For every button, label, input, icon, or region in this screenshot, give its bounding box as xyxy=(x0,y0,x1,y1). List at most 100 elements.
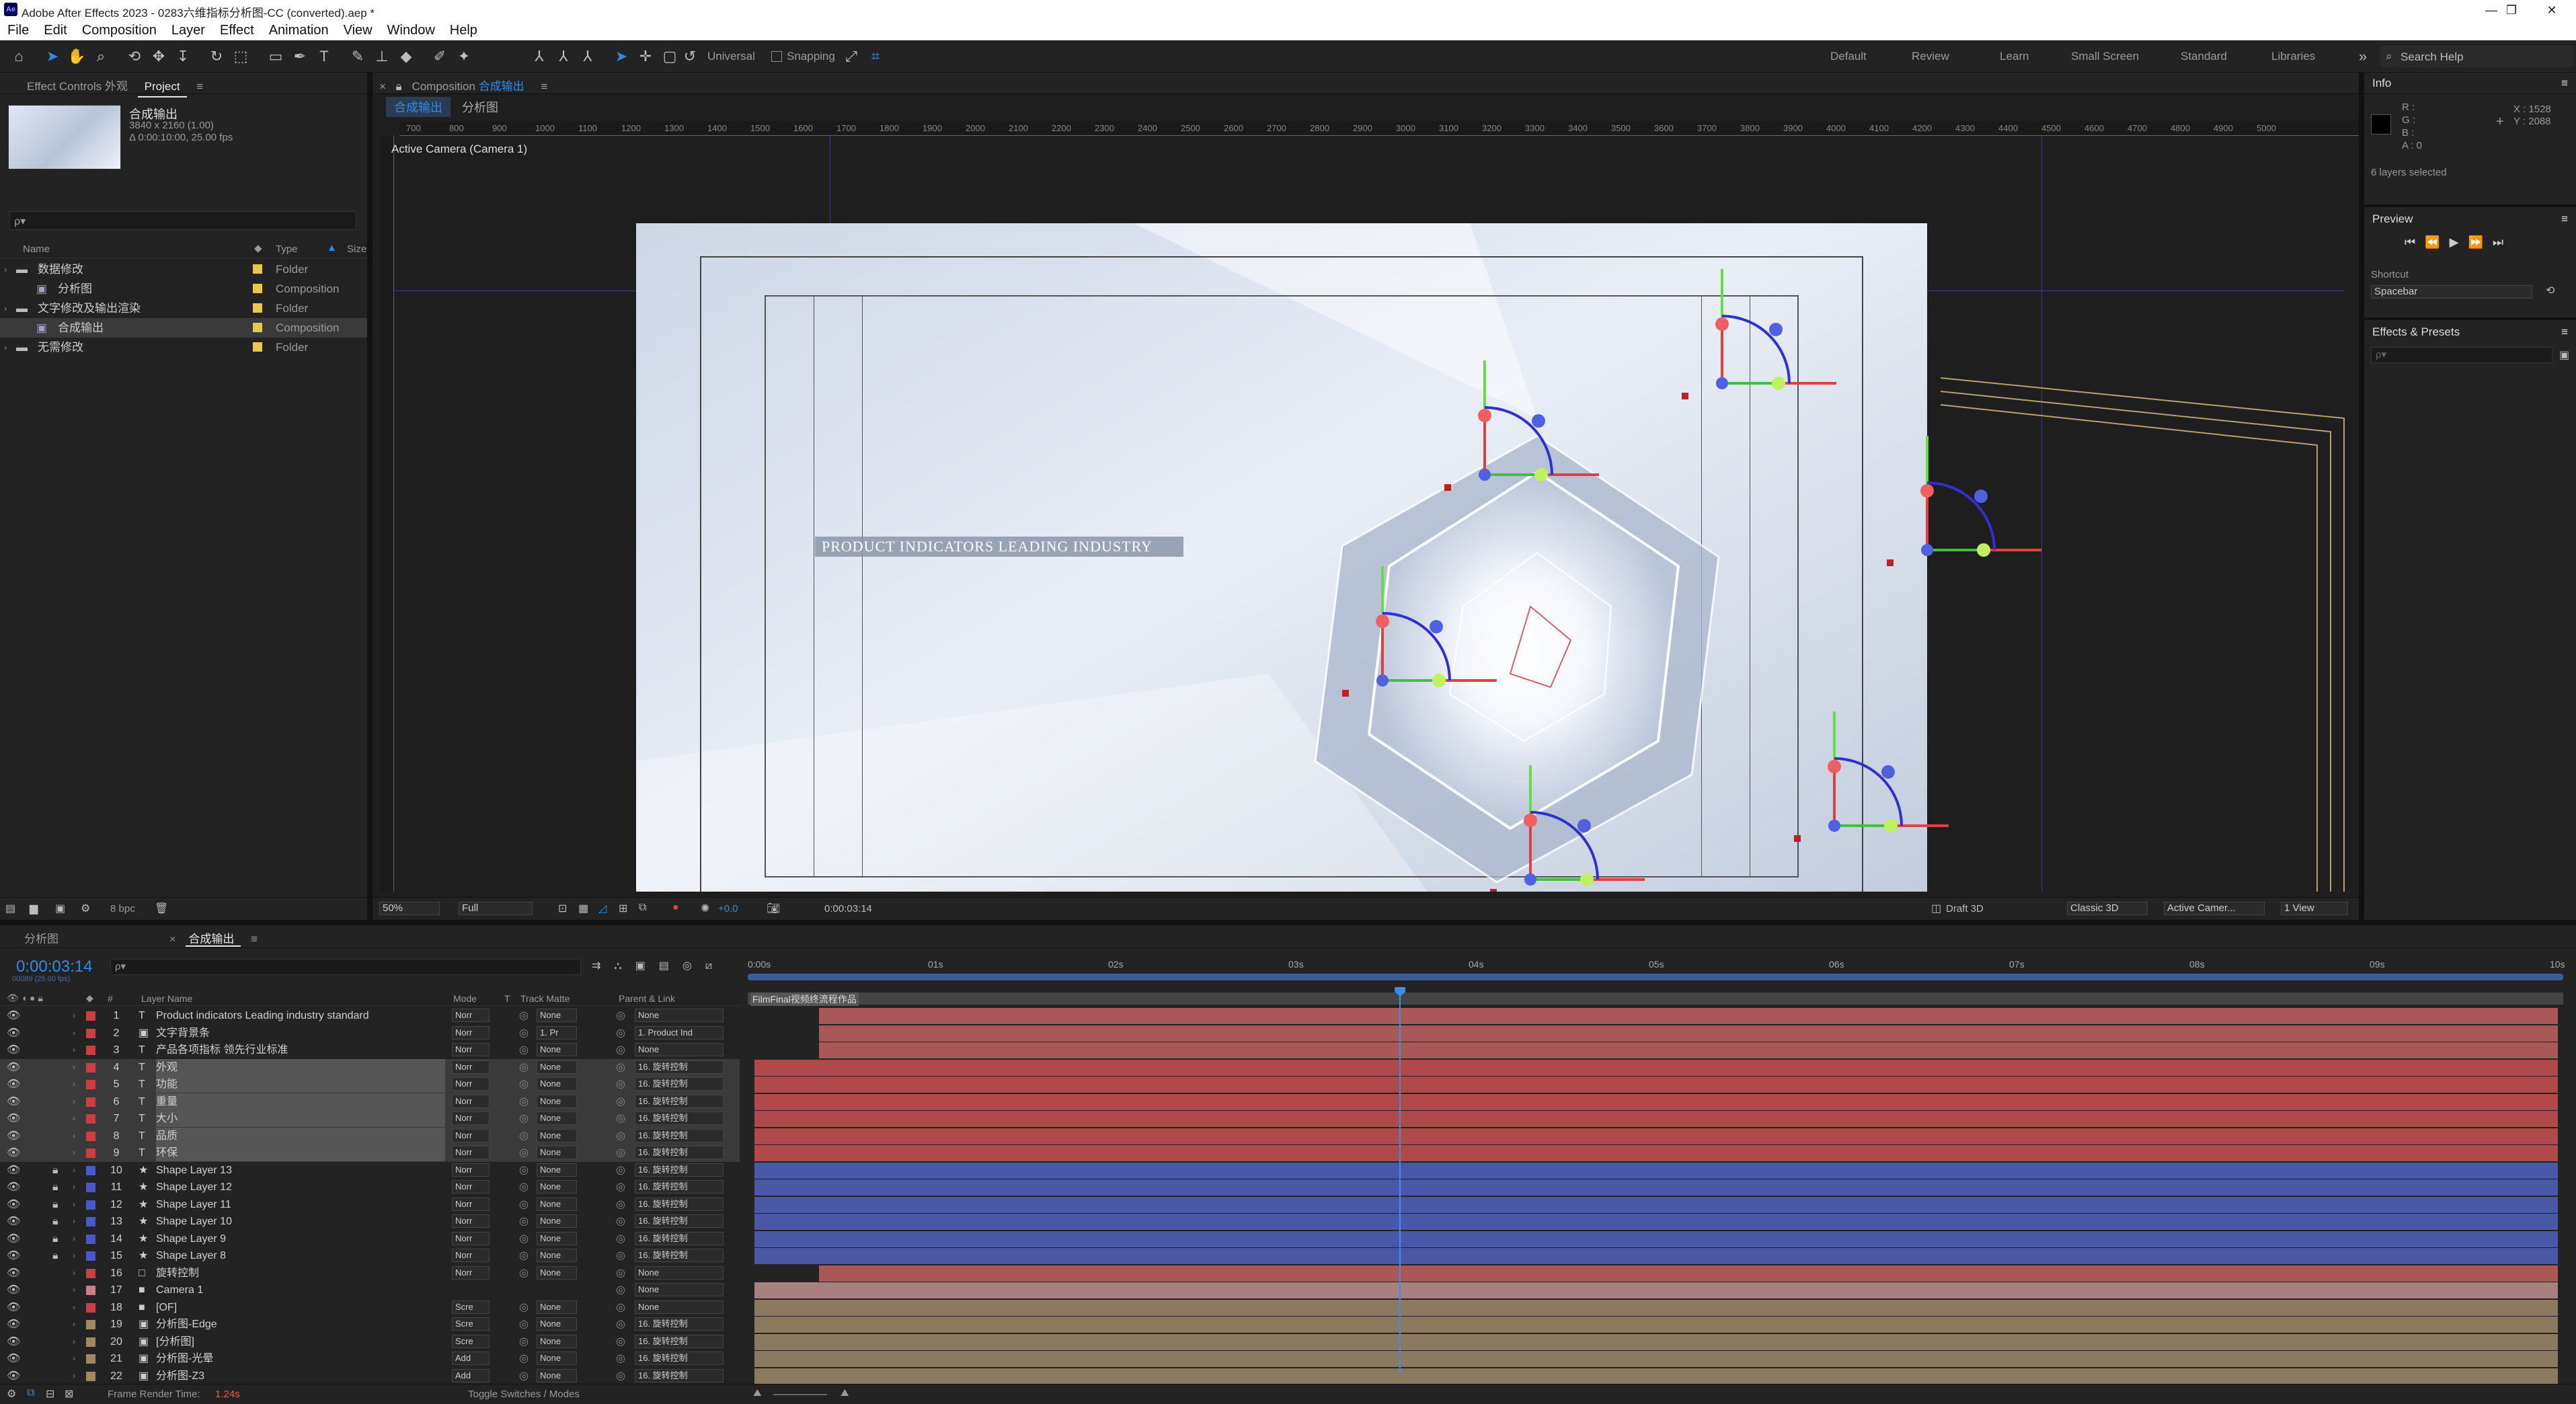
label-swatch[interactable] xyxy=(253,284,262,293)
matte-pickwhip-icon[interactable]: ◎ xyxy=(519,1350,529,1367)
views-dropdown[interactable]: 1 View xyxy=(2281,902,2348,915)
parent-pickwhip-icon[interactable]: ◎ xyxy=(616,1179,625,1196)
matte-pickwhip-icon[interactable]: ◎ xyxy=(519,1368,529,1384)
timeline-layer-row[interactable]: 👁︎ › 8 T 品质 Norr ◎ None ◎ 16. 旋转控制 xyxy=(0,1127,740,1144)
exposure-value[interactable]: +0.0 xyxy=(718,903,738,914)
parent-pickwhip-icon[interactable]: ◎ xyxy=(616,1144,625,1161)
matte-pickwhip-icon[interactable]: ◎ xyxy=(519,1213,529,1230)
parent-dropdown[interactable]: 16. 旋转控制 xyxy=(635,1060,724,1074)
info-menu-icon[interactable]: ≡ xyxy=(2561,77,2568,90)
region-of-interest-icon[interactable]: ⊡ xyxy=(558,902,567,915)
layer-name[interactable]: 环保 xyxy=(156,1144,445,1161)
menu-effect[interactable]: Effect xyxy=(212,20,262,38)
camera-dropdown[interactable]: Active Camer... xyxy=(2164,902,2265,915)
layer-name[interactable]: 文字背景条 xyxy=(156,1025,445,1042)
expand-triangle-icon[interactable]: › xyxy=(73,1350,75,1367)
snap-options-icon[interactable]: ⤢ xyxy=(842,47,861,66)
eye-icon[interactable]: 👁︎ xyxy=(7,1196,20,1213)
menu-layer[interactable]: Layer xyxy=(164,20,212,38)
expand-triangle-icon[interactable]: › xyxy=(73,1144,75,1161)
matte-pickwhip-icon[interactable]: ◎ xyxy=(519,1162,529,1179)
tab-timeline-output[interactable]: 合成输出 xyxy=(186,925,241,947)
eye-icon[interactable]: 👁︎ xyxy=(7,1247,20,1264)
eye-icon[interactable]: 👁︎ xyxy=(7,1144,20,1161)
zoom-in-icon[interactable]: ⛰ xyxy=(841,1387,849,1399)
parent-pickwhip-icon[interactable]: ◎ xyxy=(616,1350,625,1367)
shy-icon[interactable]: ▣ xyxy=(635,960,659,972)
search-help-field[interactable]: ⌕ Search Help xyxy=(2380,46,2574,67)
layer-name[interactable]: 分析图-光晕 xyxy=(156,1350,445,1367)
timeline-layer-row[interactable]: 👁︎ › 2 ▣ 文字背景条 Norr ◎ 1. Pr ◎ 1. Product … xyxy=(0,1025,740,1042)
parent-pickwhip-icon[interactable]: ◎ xyxy=(616,1333,625,1350)
column-track-matte[interactable]: Track Matte xyxy=(520,993,570,1004)
tab-comp-output[interactable]: 合成输出 xyxy=(386,97,451,117)
layer-name[interactable]: [分析图] xyxy=(156,1333,445,1350)
eye-icon[interactable]: 👁︎ xyxy=(7,1316,20,1333)
column-mode[interactable]: Mode xyxy=(453,993,477,1004)
close-timeline-icon[interactable]: × xyxy=(69,929,183,950)
expand-triangle-icon[interactable]: › xyxy=(73,1007,75,1024)
parent-pickwhip-icon[interactable]: ◎ xyxy=(616,1196,625,1213)
last-frame-icon[interactable]: ⏭ xyxy=(2493,235,2513,249)
eye-icon[interactable]: 👁︎ xyxy=(7,1231,20,1247)
blend-mode-dropdown[interactable]: Norr xyxy=(452,1112,490,1125)
parent-dropdown[interactable]: 16. 旋转控制 xyxy=(635,1334,724,1348)
project-item[interactable]: › ▬ 文字修改及输出渲染 Folder xyxy=(0,299,367,318)
current-timecode[interactable]: 0:00:03:14 xyxy=(16,958,92,976)
modes-icon[interactable]: ⧉ xyxy=(27,1387,34,1399)
eye-icon[interactable]: 👁︎ xyxy=(7,1110,20,1127)
track-matte-dropdown[interactable]: None xyxy=(537,1317,577,1331)
track-matte-dropdown[interactable]: None xyxy=(537,1180,577,1194)
label-swatch[interactable] xyxy=(253,323,262,332)
layer-label-swatch[interactable] xyxy=(86,1268,95,1278)
timeline-layer-row[interactable]: 👁︎ 🔒︎ › 14 ★ Shape Layer 9 Norr ◎ None ◎ … xyxy=(0,1231,740,1248)
eye-icon[interactable]: 👁︎ xyxy=(7,1042,20,1058)
expand-triangle-icon[interactable]: › xyxy=(73,1042,75,1058)
layer-label-swatch[interactable] xyxy=(86,1131,95,1141)
layer-duration-bar[interactable] xyxy=(754,1179,2558,1196)
matte-pickwhip-icon[interactable]: ◎ xyxy=(519,1316,529,1333)
matte-pickwhip-icon[interactable]: ◎ xyxy=(519,1093,529,1110)
matte-pickwhip-icon[interactable]: ◎ xyxy=(519,1299,529,1316)
track-matte-dropdown[interactable]: None xyxy=(537,1334,577,1348)
layer-duration-bar[interactable] xyxy=(819,1008,2558,1024)
tab-timeline-analysis[interactable]: 分析图 xyxy=(0,925,65,947)
layer-duration-bar[interactable] xyxy=(754,1231,2558,1247)
parent-dropdown[interactable]: None xyxy=(635,1265,724,1280)
blend-mode-dropdown[interactable]: Norr xyxy=(452,1214,490,1228)
matte-pickwhip-icon[interactable]: ◎ xyxy=(519,1196,529,1213)
expand-triangle-icon[interactable]: › xyxy=(73,1179,75,1196)
timeline-layer-row[interactable]: 👁︎ › 16 □ 旋转控制 Norr ◎ None ◎ None xyxy=(0,1265,740,1282)
layer-name[interactable]: 功能 xyxy=(156,1076,445,1093)
column-type[interactable]: Type xyxy=(276,243,298,255)
matte-pickwhip-icon[interactable]: ◎ xyxy=(519,1025,529,1042)
parent-dropdown[interactable]: 1. Product Ind xyxy=(635,1025,724,1040)
timeline-menu-icon[interactable]: ≡ xyxy=(244,929,264,950)
matte-pickwhip-icon[interactable]: ◎ xyxy=(519,1128,529,1144)
layer-name[interactable]: 外观 xyxy=(156,1058,445,1076)
layer-label-swatch[interactable] xyxy=(86,1114,95,1124)
parent-pickwhip-icon[interactable]: ◎ xyxy=(616,1042,625,1058)
column-layer-name[interactable]: Layer Name xyxy=(141,993,192,1004)
eye-icon[interactable]: 👁︎ xyxy=(7,1059,20,1076)
parent-dropdown[interactable]: 16. 旋转控制 xyxy=(635,1146,724,1159)
layer-label-swatch[interactable] xyxy=(86,1302,95,1313)
track-matte-dropdown[interactable]: None xyxy=(537,1077,577,1091)
parent-pickwhip-icon[interactable]: ◎ xyxy=(616,1059,625,1076)
render-time-icon[interactable]: ⊠ xyxy=(65,1387,73,1401)
clone-stamp-tool-icon[interactable]: ⊥ xyxy=(373,47,391,66)
layer-label-swatch[interactable] xyxy=(86,1251,95,1261)
expand-triangle-icon[interactable]: › xyxy=(73,1316,75,1333)
lock-icon[interactable]: 🔒︎ xyxy=(52,1247,58,1264)
layer-label-swatch[interactable] xyxy=(86,1011,95,1021)
parent-pickwhip-icon[interactable]: ◎ xyxy=(616,1265,625,1282)
blend-mode-dropdown[interactable]: Norr xyxy=(452,1197,490,1211)
parent-pickwhip-icon[interactable]: ◎ xyxy=(616,1282,625,1298)
expand-triangle-icon[interactable]: › xyxy=(73,1213,75,1230)
layer-duration-bar[interactable] xyxy=(754,1077,2558,1093)
timeline-layer-row[interactable]: 👁︎ › 18 ■ [OF] Scre ◎ None ◎ None xyxy=(0,1299,740,1317)
expand-triangle-icon[interactable]: › xyxy=(73,1231,75,1247)
universal-move-icon[interactable]: ✛ xyxy=(636,47,655,66)
track-matte-dropdown[interactable]: None xyxy=(537,1352,577,1365)
timeline-layer-row[interactable]: 👁︎ › 19 ▣ 分析图-Edge Scre ◎ None ◎ 16. 旋转控制 xyxy=(0,1316,740,1333)
